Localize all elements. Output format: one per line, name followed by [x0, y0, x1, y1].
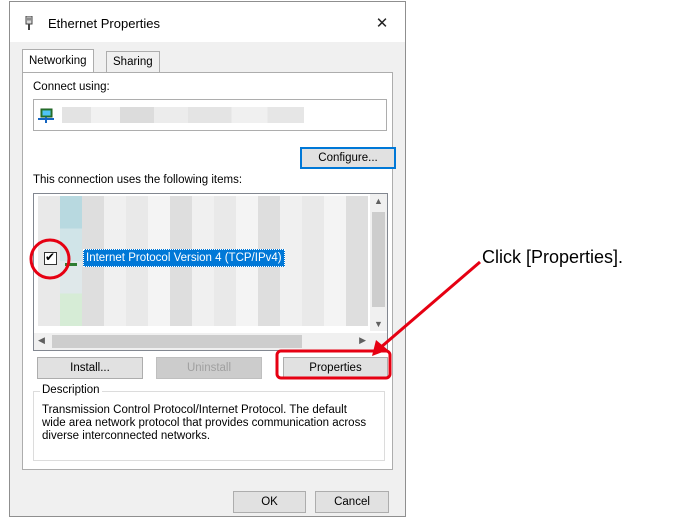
scroll-right-icon[interactable]: ▶: [359, 335, 366, 346]
horizontal-scroll-thumb[interactable]: [52, 335, 302, 348]
adapter-name-redacted: [62, 107, 304, 123]
tab-sharing[interactable]: Sharing: [106, 51, 160, 72]
scroll-up-icon[interactable]: ▲: [374, 196, 383, 206]
description-group: Description Transmission Control Protoco…: [33, 384, 385, 461]
vertical-scrollbar[interactable]: ▲ ▼: [370, 194, 387, 331]
install-button[interactable]: Install...: [37, 357, 143, 379]
title-bar: Ethernet Properties ✕: [10, 2, 405, 42]
ethernet-plug-icon: [24, 15, 34, 33]
protocol-icon: [64, 254, 78, 271]
scroll-left-icon[interactable]: ◀: [38, 335, 45, 346]
horizontal-scrollbar[interactable]: ◀ ▶: [34, 333, 370, 350]
vertical-scroll-thumb[interactable]: [372, 212, 385, 307]
networking-panel: Connect using: Configure... This connect…: [22, 72, 396, 470]
scroll-corner: [370, 333, 387, 350]
cancel-button[interactable]: Cancel: [315, 491, 389, 513]
ethernet-properties-dialog: Ethernet Properties ✕ Networking Sharing…: [9, 1, 406, 517]
ok-button[interactable]: OK: [233, 491, 306, 513]
items-label: This connection uses the following items…: [33, 174, 243, 186]
ipv4-list-item[interactable]: Internet Protocol Version 4 (TCP/IPv4): [83, 249, 285, 267]
configure-button[interactable]: Configure...: [300, 147, 396, 169]
tab-networking[interactable]: Networking: [22, 49, 94, 72]
annotation-label: Click [Properties].: [482, 247, 624, 267]
adapter-name-field: [33, 99, 387, 131]
network-adapter-icon: [38, 108, 54, 127]
dialog-title: Ethernet Properties: [48, 16, 161, 31]
description-legend: Description: [40, 384, 102, 396]
check-icon: ✔: [45, 250, 56, 264]
scroll-down-icon[interactable]: ▼: [374, 319, 383, 329]
description-text: Transmission Control Protocol/Internet P…: [42, 404, 367, 442]
close-button[interactable]: ✕: [369, 10, 395, 36]
components-list[interactable]: ✔ Internet Protocol Version 4 (TCP/IPv4)…: [33, 193, 388, 351]
ipv4-checkbox[interactable]: ✔: [44, 250, 57, 265]
close-icon: ✕: [375, 15, 389, 32]
properties-button[interactable]: Properties: [283, 357, 388, 379]
connect-using-label: Connect using:: [33, 81, 110, 93]
uninstall-button: Uninstall: [156, 357, 262, 379]
